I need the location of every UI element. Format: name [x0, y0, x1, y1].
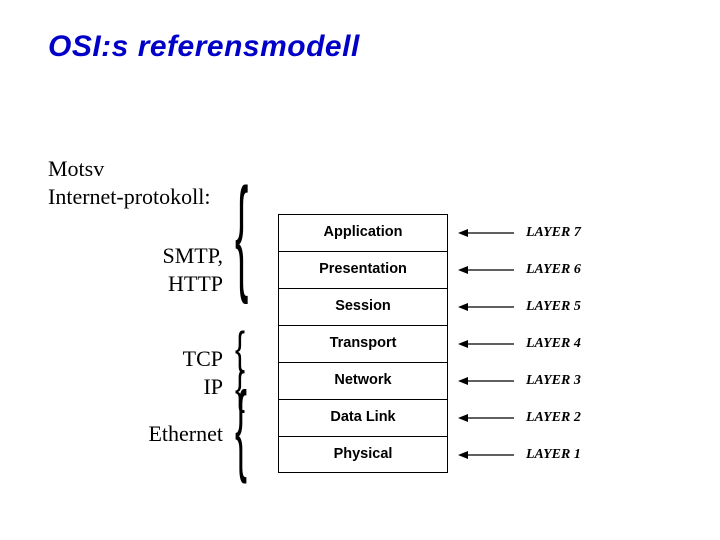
osi-layer-row: TransportLAYER 4: [278, 325, 448, 362]
arrow-left-icon: [456, 413, 516, 423]
osi-layer-name: Transport: [278, 325, 448, 362]
protocol-group-transport: TCPIP: [48, 345, 223, 400]
brace-icon: {: [235, 166, 248, 310]
arrow-left-icon: [456, 450, 516, 460]
osi-stack: ApplicationLAYER 7PresentationLAYER 6Ses…: [278, 214, 448, 473]
arrow-left-icon: [456, 339, 516, 349]
osi-layer-label: LAYER 1: [526, 447, 581, 463]
osi-layer-name: Presentation: [278, 251, 448, 288]
osi-layer-label: LAYER 7: [526, 225, 581, 241]
subtitle: MotsvInternet-protokoll:: [48, 155, 211, 210]
osi-layer-name: Physical: [278, 436, 448, 473]
osi-layer-label: LAYER 5: [526, 299, 581, 315]
osi-layer-label: LAYER 3: [526, 373, 581, 389]
page-title: OSI:s referensmodell: [48, 30, 360, 64]
arrow-left-icon: [456, 265, 516, 275]
osi-layer-name: Data Link: [278, 399, 448, 436]
osi-layer-label: LAYER 2: [526, 410, 581, 426]
osi-layer-label: LAYER 6: [526, 262, 581, 278]
arrow-left-icon: [456, 302, 516, 312]
osi-layer-row: PhysicalLAYER 1: [278, 436, 448, 473]
osi-layer-label: LAYER 4: [526, 336, 581, 352]
osi-layer-row: ApplicationLAYER 7: [278, 214, 448, 251]
protocol-group-application: SMTP,HTTP: [48, 242, 223, 297]
arrow-left-icon: [456, 228, 516, 238]
arrow-left-icon: [456, 376, 516, 386]
osi-layer-name: Network: [278, 362, 448, 399]
osi-layer-row: NetworkLAYER 3: [278, 362, 448, 399]
brace-icon: {: [235, 370, 247, 488]
protocol-group-link: Ethernet: [48, 420, 223, 448]
osi-layer-name: Session: [278, 288, 448, 325]
osi-layer-row: SessionLAYER 5: [278, 288, 448, 325]
osi-layer-row: PresentationLAYER 6: [278, 251, 448, 288]
osi-layer-name: Application: [278, 214, 448, 251]
osi-layer-row: Data LinkLAYER 2: [278, 399, 448, 436]
